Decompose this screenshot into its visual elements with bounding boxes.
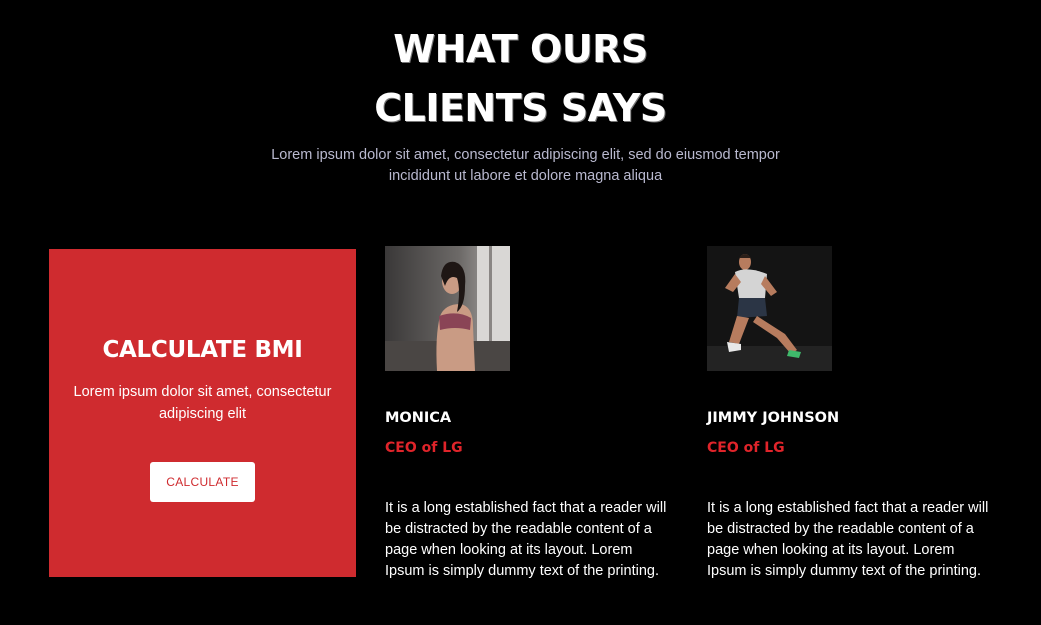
client-name: MONICA [385,410,452,426]
testimonial-card: JIMMY JOHNSON CEO of LG It is a long est… [707,246,1002,579]
bmi-title: CALCULATE BMI [102,337,303,363]
client-photo-monica [385,246,510,371]
section-subtitle: Lorem ipsum dolor sit amet, consectetur … [271,147,780,184]
calculate-button[interactable]: CALCULATE [150,462,255,502]
client-role: CEO of LG [707,440,785,456]
section-title-line-2: CLIENTS SAYS [374,86,667,130]
section-title-line-1: WHAT OURS [393,27,648,71]
client-quote: It is a long established fact that a rea… [385,500,667,579]
testimonial-card: MONICA CEO of LG It is a long establishe… [385,246,680,579]
client-role: CEO of LG [385,440,463,456]
section-title: WHAT OURS CLIENTS SAYS [0,20,1041,138]
client-name: JIMMY JOHNSON [707,410,840,426]
client-quote: It is a long established fact that a rea… [707,500,989,579]
bmi-description: Lorem ipsum dolor sit amet, consectetur … [73,384,332,422]
bmi-card: CALCULATE BMI Lorem ipsum dolor sit amet… [49,249,356,577]
client-photo-jimmy-johnson [707,246,832,371]
